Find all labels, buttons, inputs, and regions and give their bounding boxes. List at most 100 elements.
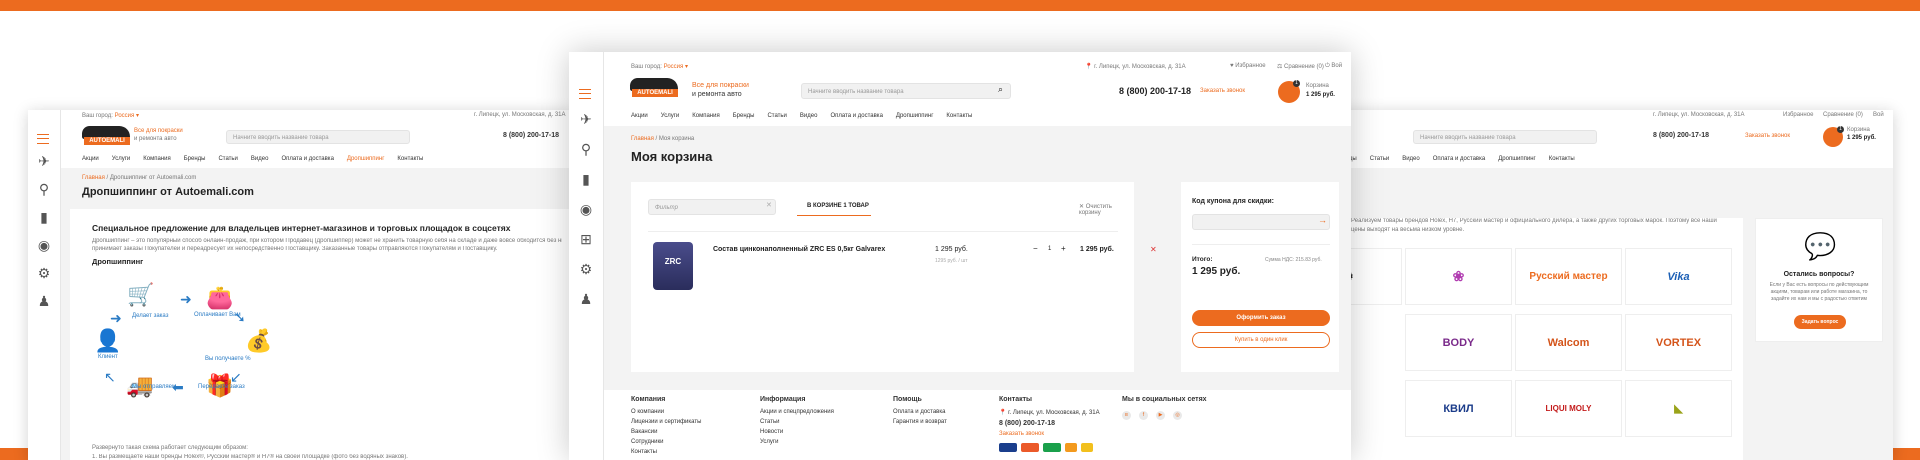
- checkout-button[interactable]: Оформить заказ: [1192, 310, 1330, 326]
- spray-gun-icon[interactable]: ✈: [578, 110, 594, 128]
- paint-can-icon[interactable]: ▮: [36, 208, 52, 226]
- nav-video[interactable]: Видео: [800, 113, 818, 119]
- arrow-icon: ➘: [234, 309, 246, 325]
- qty-decrease-button[interactable]: −: [1033, 244, 1038, 253]
- page-title: Дропшиппинг от Autoemali.com: [82, 186, 254, 198]
- phone-number[interactable]: 8 (800) 200-17-18: [1119, 86, 1191, 96]
- figures-icon[interactable]: ♟: [578, 290, 594, 308]
- instagram-icon[interactable]: ◎: [1173, 411, 1182, 420]
- brand-tile-vortex[interactable]: VORTEX: [1625, 314, 1732, 371]
- product-name[interactable]: Состав цинконаполненный ZRC ES 0,5кг Gal…: [713, 246, 885, 253]
- nav-brands[interactable]: Бренды: [733, 113, 755, 119]
- visa-icon: [999, 443, 1017, 452]
- callback-link[interactable]: Заказать звонок: [1745, 133, 1790, 139]
- compare-link[interactable]: Сравнение (0): [1823, 112, 1863, 118]
- favorites-link[interactable]: ♥ Избранное: [1230, 63, 1266, 69]
- nav-articles[interactable]: Статьи: [218, 156, 237, 162]
- compressor-icon[interactable]: ⚙: [578, 260, 594, 278]
- menu-icon[interactable]: [37, 134, 49, 144]
- nav-dropshipping[interactable]: Дропшиппинг: [347, 156, 385, 162]
- spray-gun-icon[interactable]: ✈: [36, 152, 52, 170]
- menu-icon[interactable]: [579, 89, 591, 99]
- filter-input[interactable]: Фильтр: [648, 199, 776, 215]
- vk-icon[interactable]: в: [1122, 411, 1131, 420]
- phone-number[interactable]: 8 (800) 200-17-18: [1653, 132, 1709, 139]
- nav-services[interactable]: Услуги: [661, 113, 679, 119]
- search-input[interactable]: Начните вводить название товара: [1413, 130, 1597, 144]
- apply-coupon-icon[interactable]: →: [1318, 215, 1327, 225]
- footer-social: Мы в социальных сетях в f ▶ ◎: [1122, 396, 1207, 420]
- nav-promos[interactable]: Акции: [631, 113, 648, 119]
- facebook-icon[interactable]: f: [1139, 411, 1148, 420]
- search-input[interactable]: Начните вводить название товара: [226, 130, 410, 144]
- qty-value[interactable]: 1: [1048, 246, 1051, 252]
- brand-tile-body[interactable]: BODY: [1405, 314, 1512, 371]
- search-icon[interactable]: ⌕: [998, 84, 1003, 95]
- ask-question-button[interactable]: Задать вопрос: [1794, 315, 1846, 329]
- figures-icon[interactable]: ♟: [36, 292, 52, 310]
- brand-tile[interactable]: ❀: [1405, 248, 1512, 305]
- center-sidebar-rail: ✈ ⚲ ▮ ◉ ⊞ ⚙ ♟: [569, 52, 604, 460]
- favorites-link[interactable]: Избранное: [1783, 112, 1813, 118]
- city-selector[interactable]: Ваш город: Россия ▾: [82, 112, 139, 119]
- tagline-2: и ремонта авто: [692, 91, 742, 98]
- login-link[interactable]: ⏻ Вой: [1325, 63, 1342, 70]
- polisher-icon[interactable]: ◉: [578, 200, 594, 218]
- cart-icon[interactable]: 1: [1823, 126, 1844, 147]
- nav-company[interactable]: Компания: [143, 156, 170, 162]
- scheme-step-1: 1. Вы размещаете наши бренды Holex®, Рус…: [92, 454, 408, 460]
- search-input[interactable]: Начните вводить название товара: [801, 83, 1011, 99]
- product-image[interactable]: ZRC: [653, 242, 693, 290]
- nav-dropshipping[interactable]: Дропшиппинг: [896, 113, 934, 119]
- cart-label: Корзина: [1847, 127, 1870, 133]
- nav-articles[interactable]: Статьи: [767, 113, 786, 119]
- airbrush-icon[interactable]: ⚲: [36, 180, 52, 198]
- brand-tile-russkiy-master[interactable]: Русский мастер: [1515, 248, 1622, 305]
- city-selector[interactable]: Ваш город: Россия ▾: [631, 63, 688, 70]
- nav-contacts[interactable]: Контакты: [397, 156, 423, 162]
- tape-icon[interactable]: ⊞: [578, 230, 594, 248]
- nav-promos[interactable]: Акции: [82, 156, 99, 162]
- youtube-icon[interactable]: ▶: [1156, 411, 1165, 420]
- nav-delivery[interactable]: Оплата и доставка: [281, 156, 333, 162]
- left-sidebar-rail: ✈ ⚲ ▮ ◉ ⚙ ♟: [28, 110, 61, 460]
- callback-link[interactable]: Заказать звонок: [1200, 88, 1245, 94]
- polisher-icon[interactable]: ◉: [36, 236, 52, 254]
- intro-text-2: принимает заказы Покупателей и переадрес…: [92, 246, 498, 252]
- page-title: Моя корзина: [631, 149, 713, 164]
- shopping-cart-icon: 🛒: [127, 282, 155, 307]
- login-link[interactable]: Вой: [1873, 112, 1884, 118]
- nav-delivery[interactable]: Оплата и доставка: [830, 113, 882, 119]
- site-logo[interactable]: AUTOEMALI: [82, 126, 132, 148]
- footer-company: Компания О компании Лицензии и сертифика…: [631, 396, 702, 455]
- coupon-input[interactable]: [1192, 214, 1330, 230]
- nav-company[interactable]: Компания: [692, 113, 719, 119]
- nav-brands[interactable]: Бренды: [184, 156, 206, 162]
- footer-info: Информация Акции и спецпредложения Стать…: [760, 396, 834, 445]
- questions-title: Остались вопросы?: [1783, 271, 1855, 278]
- airbrush-icon[interactable]: ⚲: [578, 140, 594, 158]
- brand-tile[interactable]: ◣: [1625, 380, 1732, 437]
- remove-item-icon[interactable]: ✕: [1150, 245, 1157, 254]
- site-logo[interactable]: AUTOEMALI: [630, 78, 680, 100]
- cart-sum: 1 295 руб.: [1847, 135, 1876, 141]
- brands-card: Реализуем товары брендов Holex, H7, Русс…: [1335, 218, 1743, 460]
- paint-can-icon[interactable]: ▮: [578, 170, 594, 188]
- tab-cart-items[interactable]: В КОРЗИНЕ 1 ТОВАР: [807, 203, 869, 209]
- brand-tile-walcom[interactable]: Walcom: [1515, 314, 1622, 371]
- qty-increase-button[interactable]: +: [1061, 244, 1066, 253]
- brand-tile-kvil[interactable]: КВИЛ: [1405, 380, 1512, 437]
- compressor-icon[interactable]: ⚙: [36, 264, 52, 282]
- cart-icon[interactable]: 1: [1278, 80, 1300, 103]
- clear-filter-icon[interactable]: ✕: [766, 201, 772, 209]
- nav-services[interactable]: Услуги: [112, 156, 130, 162]
- nav-video[interactable]: Видео: [251, 156, 269, 162]
- clear-cart-button[interactable]: ✕ Очистить корзину: [1079, 203, 1134, 216]
- one-click-buy-button[interactable]: Купить в один клик: [1192, 332, 1330, 348]
- phone-number[interactable]: 8 (800) 200-17-18: [503, 132, 559, 139]
- vat-amount: Сумма НДС: 215.83 руб.: [1265, 257, 1322, 263]
- brand-tile-liqui-moly[interactable]: LIQUI MOLY: [1515, 380, 1622, 437]
- nav-contacts[interactable]: Контакты: [946, 113, 972, 119]
- brand-tile-vika[interactable]: Vika: [1625, 248, 1732, 305]
- compare-link[interactable]: ⚖ Сравнение (0): [1277, 63, 1324, 70]
